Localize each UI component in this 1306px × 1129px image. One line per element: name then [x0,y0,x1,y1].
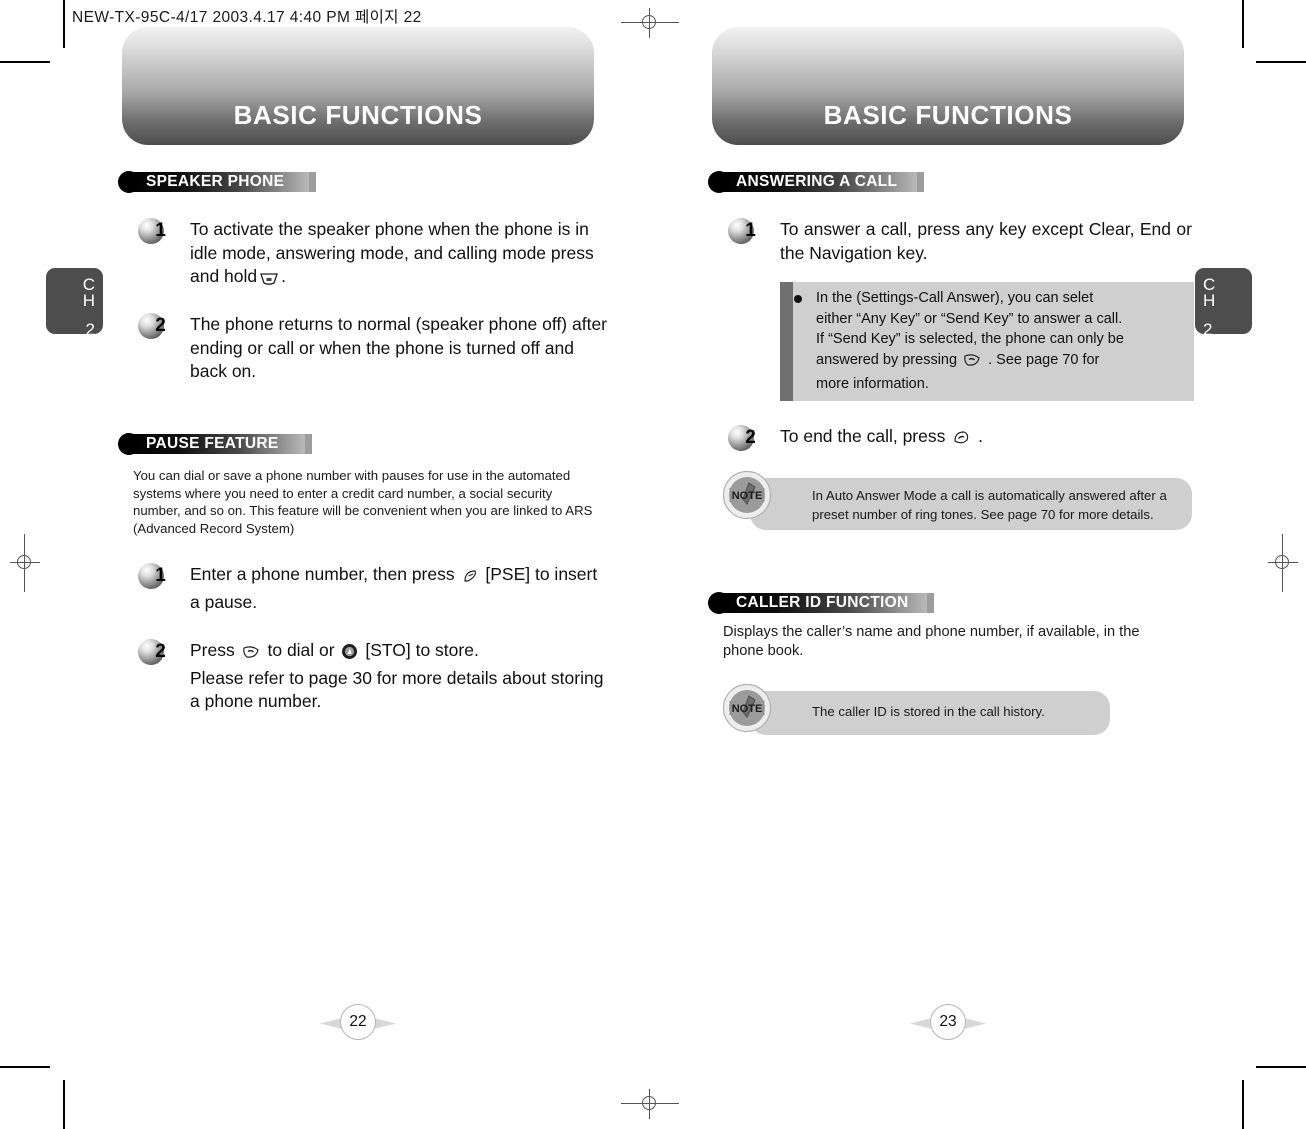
step-number-badge: 2 [138,639,170,665]
step-text-content: To activate the speaker phone when the p… [190,219,594,286]
callout-line-2: either “Any Key” or “Send Key” to answer… [816,310,1123,327]
callout-accent-bar [780,282,793,401]
callout-line-3: If “Send Key” is selected, the phone can… [816,331,1124,347]
section-title-pause-feature: PAUSE FEATURE [146,435,279,452]
section-title-caller-id-function: CALLER ID FUNCTION [736,594,909,611]
note-text: The caller ID is stored in the call hist… [812,704,1045,719]
crop-mark-bottom-right-horizontal [1256,1066,1306,1068]
section-title-speaker-phone: SPEAKER PHONE [146,173,285,190]
pause-feature-intro: You can dial or save a phone number with… [133,468,593,536]
step-text: Enter a phone number, then press [PSE] t… [190,563,610,614]
callout-line-4-before: answered by pressing [816,351,958,368]
step-number-label: 1 [155,565,166,586]
end-key-icon [952,429,971,453]
callout-line-5: more information. [816,376,929,392]
right-page: BASIC FUNCTIONS C H 2 ANSWERING A CALL 1… [654,0,1254,1129]
step-text-after: [STO] to store. [365,640,479,660]
chapter-tab-left: C H 2 [46,268,103,338]
step-number-label: 2 [155,641,166,662]
speaker-key-icon [259,269,279,293]
pause-key-icon [462,567,479,591]
registration-mark-right [1268,534,1298,592]
callout-line-4-after: . See page 70 for [988,351,1100,368]
step-text: The phone returns to normal (speaker pho… [190,314,608,381]
registration-mark-left [10,534,40,592]
step-text-before: Enter a phone number, then press [190,564,455,584]
note-badge-icon: NOTE [722,470,772,520]
step-text-after: . [978,426,983,446]
banner-title-right: BASIC FUNCTIONS [823,100,1073,130]
chapter-letter-h-left: H [82,291,95,310]
crop-mark-top-right-horizontal [1256,61,1306,63]
step-text-line2: Please refer to page 30 for more details… [190,667,604,712]
step-text-before: Press [190,640,235,660]
step-text-mid: to dial or [267,640,335,660]
page-number-value-right: 23 [930,1004,966,1040]
page-number-wing-left [910,1018,932,1029]
note-badge-icon: NOTE [722,683,772,733]
section-bullet-icon [118,433,140,455]
caller-id-intro: Displays the caller’s name and phone num… [723,624,1140,659]
page-banner-right: BASIC FUNCTIONS [712,27,1184,145]
chapter-number-right: 2 [1203,320,1213,339]
page-number-value-left: 22 [340,1004,376,1040]
crop-mark-bottom-left-horizontal [0,1066,50,1068]
step-number-badge: 2 [138,313,170,339]
callout-bullet-icon [794,295,802,303]
page-number-left: 22 [318,1004,398,1042]
crop-mark-top-left-horizontal [0,61,50,63]
step-number-label: 2 [745,427,756,448]
page-number-wing-right [964,1018,986,1029]
svg-text:NOTE: NOTE [732,490,763,502]
page-number-wing-left [320,1018,342,1029]
callout-text: In the (Settings-Call Answer), you can s… [816,288,1186,395]
callout-line-1: In the (Settings-Call Answer), you can s… [816,290,1094,306]
step-text: To activate the speaker phone when the p… [190,218,605,293]
send-key-icon [963,352,982,375]
chapter-letter-h-right: H [1203,291,1216,310]
page-number-wing-right [374,1018,396,1029]
svg-text:NOTE: NOTE [732,703,763,715]
step-number-badge: 1 [728,218,760,244]
note-pill: The caller ID is stored in the call hist… [750,691,1110,735]
banner-title-left: BASIC FUNCTIONS [233,100,483,130]
chapter-number-left: 2 [85,320,95,339]
step-number-label: 1 [745,220,756,241]
page-banner-left: BASIC FUNCTIONS [122,27,594,145]
note-text: In Auto Answer Mode a call is automatica… [812,488,1167,522]
step-number-label: 1 [155,220,166,241]
step-text: Press to dial or [STO] to store. Please r… [190,639,615,714]
info-callout-box: In the (Settings-Call Answer), you can s… [780,282,1194,401]
page-number-right: 23 [908,1004,988,1042]
left-page: BASIC FUNCTIONS C H 2 SPEAKER PHONE 1 To… [46,0,664,1129]
section-title-answering-a-call: ANSWERING A CALL [736,173,898,190]
step-text: To end the call, press . [780,425,1200,453]
step-text: To answer a call, press any key except C… [780,219,1192,263]
note-pill: In Auto Answer Mode a call is automatica… [750,478,1192,530]
send-key-icon [242,643,261,667]
step-text-before: To end the call, press [780,426,946,446]
manual-page-spread: NEW-TX-95C-4/17 2003.4.17 4:40 PM 페이지 22… [0,0,1306,1129]
step-number-label: 2 [155,315,166,336]
step-number-badge: 1 [138,563,170,589]
section-bullet-icon [708,592,730,614]
chapter-tab-right: C H 2 [1195,268,1252,338]
section-bullet-icon [708,171,730,193]
section-bullet-icon [118,171,140,193]
step-number-badge: 1 [138,218,170,244]
step-number-badge: 2 [728,425,760,451]
store-key-icon [341,643,358,667]
